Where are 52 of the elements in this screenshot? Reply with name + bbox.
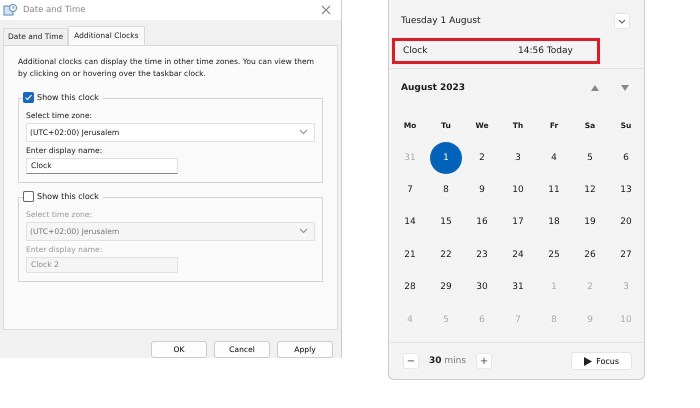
checkbox-label: Show this clock	[37, 92, 99, 102]
calendar-day[interactable]: 1	[430, 142, 462, 174]
close-icon[interactable]	[321, 4, 331, 15]
checkbox[interactable]	[23, 92, 34, 103]
clock-name: Clock	[403, 46, 428, 56]
calendar-day[interactable]: 21	[394, 238, 426, 271]
window-title: Date and Time	[23, 4, 87, 15]
calendar-day[interactable]: 12	[574, 174, 606, 206]
calendar-day[interactable]: 26	[574, 238, 606, 271]
calendar-day[interactable]: 17	[502, 206, 534, 238]
calendar-day[interactable]: 28	[394, 271, 426, 304]
calendar-day[interactable]: 14	[394, 206, 426, 238]
play-icon	[584, 356, 592, 366]
calendar-day[interactable]: 24	[502, 238, 534, 271]
calendar-day[interactable]: 20	[610, 206, 642, 238]
calendar-day[interactable]: 13	[610, 174, 642, 206]
date-heading: Tuesday 1 August	[401, 16, 481, 26]
calendar-day[interactable]: 29	[430, 271, 462, 304]
calendar-day[interactable]: 2	[466, 142, 498, 174]
calendar-day[interactable]: 23	[466, 238, 498, 271]
month-heading: August 2023	[401, 83, 466, 93]
calendar-day[interactable]: 19	[574, 206, 606, 238]
clock-time: 14:56 Today	[518, 46, 573, 56]
calendar-day[interactable]: 8	[430, 174, 462, 206]
down-arrow-icon[interactable]	[621, 85, 629, 91]
calendar-day[interactable]: 9	[466, 174, 498, 206]
calendar-day[interactable]: 15	[430, 206, 462, 238]
collapse-button[interactable]	[614, 13, 630, 29]
calendar-day[interactable]: 27	[610, 238, 642, 271]
focus-button[interactable]: Focus	[571, 352, 632, 370]
calendar-day[interactable]: 5	[574, 142, 606, 174]
calendar-day[interactable]: 16	[466, 206, 498, 238]
chevron-down-icon	[618, 18, 626, 24]
decrease-button[interactable]: −	[403, 353, 419, 369]
calendar-day[interactable]: 6	[610, 142, 642, 174]
calendar-day[interactable]: 4	[538, 142, 570, 174]
calendar-day[interactable]: 22	[430, 238, 462, 271]
up-arrow-icon[interactable]	[591, 85, 599, 91]
calendar-day[interactable]: 30	[466, 271, 498, 304]
focus-duration: 30 mins	[429, 356, 466, 366]
increase-button[interactable]: +	[476, 353, 492, 369]
chevron-down-icon	[299, 129, 308, 136]
chevron-down-icon	[299, 228, 308, 234]
calendar-day[interactable]: 31	[502, 271, 534, 304]
calendar-day[interactable]: 3	[502, 142, 534, 174]
checkbox-label: Show this clock	[37, 192, 99, 201]
calendar-day[interactable]: 18	[538, 206, 570, 238]
calendar-clock-icon	[3, 2, 17, 17]
calendar-day[interactable]: 11	[538, 174, 570, 206]
calendar-day[interactable]: 25	[538, 238, 570, 271]
calendar-day[interactable]: 7	[394, 174, 426, 206]
calendar-day[interactable]: 10	[502, 174, 534, 206]
